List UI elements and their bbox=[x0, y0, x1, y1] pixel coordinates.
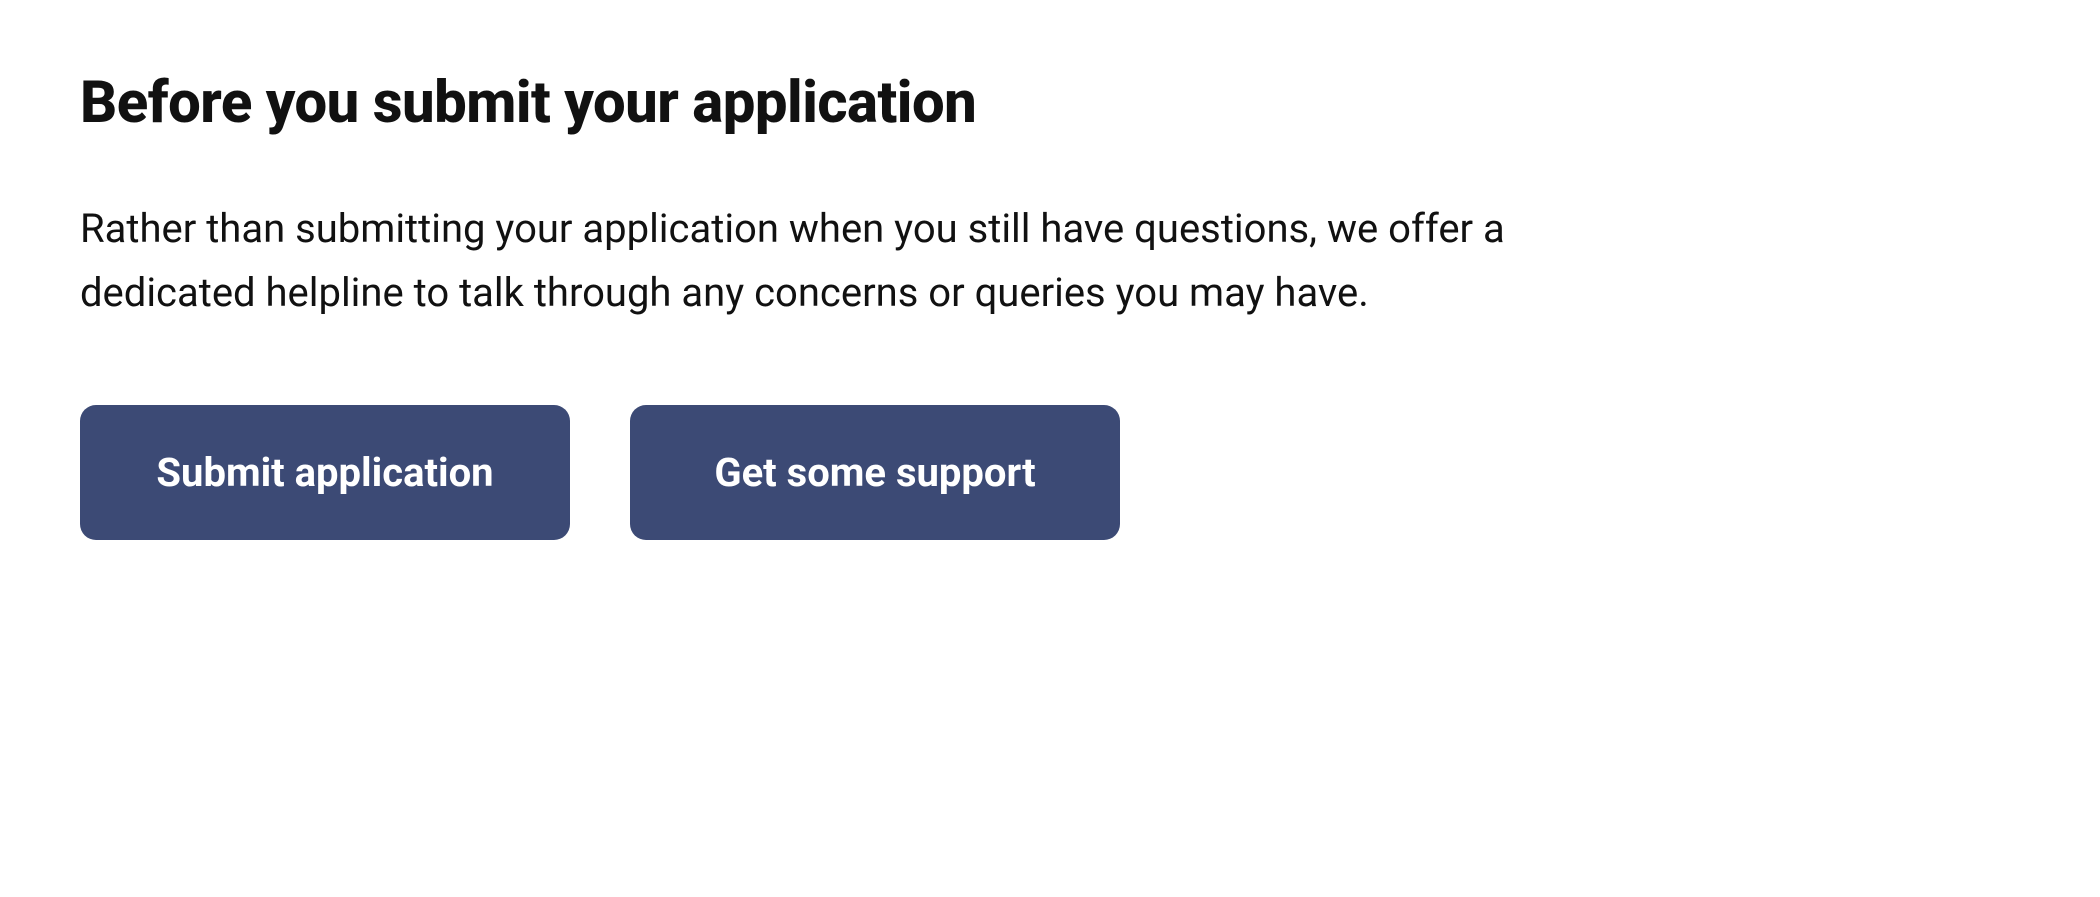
button-row: Submit application Get some support bbox=[80, 405, 2020, 540]
page-description: Rather than submitting your application … bbox=[80, 197, 1560, 325]
submit-application-button[interactable]: Submit application bbox=[80, 405, 570, 540]
get-support-button[interactable]: Get some support bbox=[630, 405, 1120, 540]
page-heading: Before you submit your application bbox=[80, 70, 2020, 137]
